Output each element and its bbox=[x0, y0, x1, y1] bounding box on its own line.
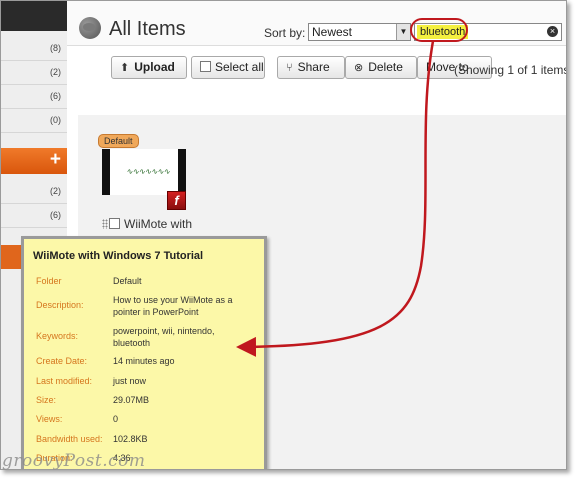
annotation-arrow bbox=[236, 18, 468, 357]
watermark-logo: groovyPost.com bbox=[2, 451, 146, 471]
arrow-path bbox=[236, 40, 435, 357]
search-highlight-circle bbox=[410, 18, 468, 42]
screenshot-frame: (8) (2) (6) (0) + (2) (6) All Items Sort… bbox=[0, 0, 567, 470]
